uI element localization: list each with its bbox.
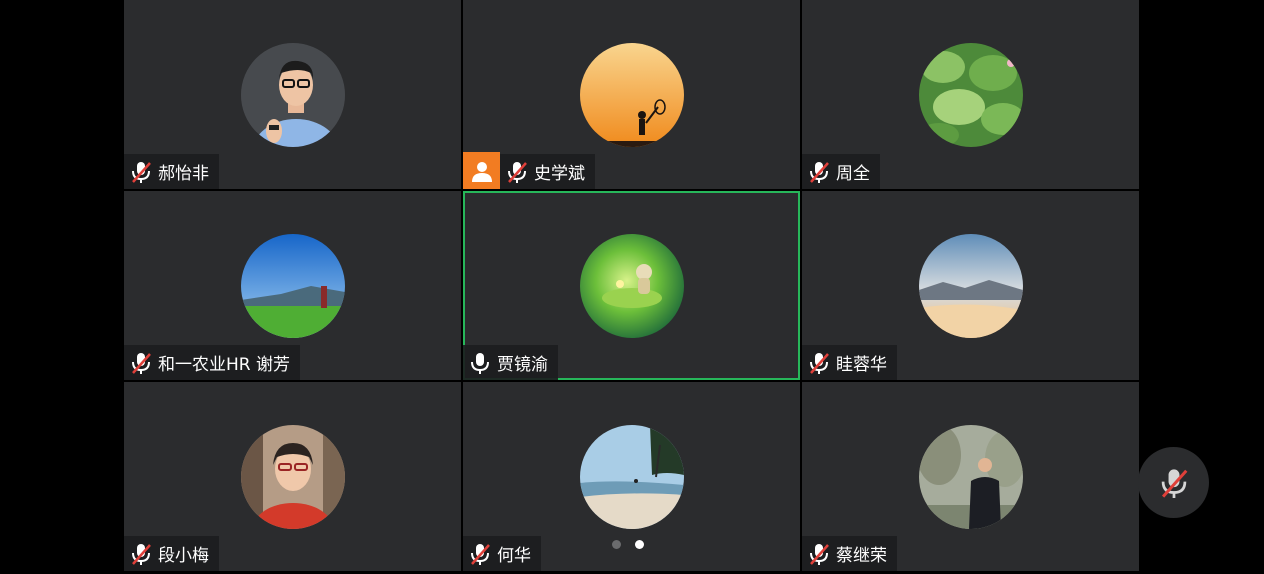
name-bar: 周全 [802,154,880,189]
participant-name: 贾镜渝 [497,355,548,375]
participant-tile[interactable]: 眭蓉华 [802,191,1139,380]
avatar [579,234,684,338]
participant-tile[interactable]: 蔡继荣 [802,382,1139,571]
mic-muted-icon [132,161,151,183]
participant-name: 何华 [497,546,531,566]
participant-name: 蔡继荣 [836,546,887,566]
avatar [918,234,1023,338]
page-dot-current[interactable] [635,540,644,549]
video-grid: 郝怡非 史学斌 周全 和一农业HR 谢芳 贾镜渝 眭蓉华 段小梅 何华 蔡继荣 [124,0,1140,574]
name-bar: 蔡继荣 [802,536,897,571]
participant-name: 郝怡非 [158,164,209,184]
participant-tile[interactable]: 郝怡非 [124,0,461,189]
participant-tile[interactable]: 周全 [802,0,1139,189]
mic-muted-icon [132,543,151,565]
person-icon [471,161,492,182]
avatar [240,234,345,338]
name-bar: 郝怡非 [124,154,219,189]
mic-muted-icon [132,352,151,374]
avatar [918,425,1023,529]
name-bar: 贾镜渝 [463,345,558,380]
participant-tile[interactable]: 史学斌 [463,0,800,189]
avatar [918,43,1023,147]
participant-name: 史学斌 [534,164,585,184]
name-bar: 和一农业HR 谢芳 [124,345,300,380]
name-bar: 眭蓉华 [802,345,897,380]
participant-name: 和一农业HR 谢芳 [158,355,290,375]
mic-muted-icon [810,161,829,183]
participant-name: 眭蓉华 [836,355,887,375]
host-badge [463,152,500,189]
mic-icon [471,352,489,374]
mic-muted-icon [1161,468,1187,498]
name-bar: 史学斌 [500,154,595,189]
avatar [240,425,345,529]
participant-tile-active-speaker[interactable]: 贾镜渝 [463,191,800,380]
participant-tile[interactable]: 和一农业HR 谢芳 [124,191,461,380]
avatar [579,43,684,147]
name-bar: 何华 [463,536,541,571]
page-dot[interactable] [612,540,621,549]
name-bar: 段小梅 [124,536,219,571]
participant-name: 周全 [836,164,870,184]
mic-muted-icon [508,161,527,183]
self-mic-toggle-button[interactable] [1138,447,1209,518]
avatar [579,425,684,529]
page-indicator[interactable] [612,540,644,549]
avatar [240,43,345,147]
mic-muted-icon [810,352,829,374]
mic-muted-icon [810,543,829,565]
mic-muted-icon [471,543,490,565]
participant-tile[interactable]: 段小梅 [124,382,461,571]
participant-name: 段小梅 [158,546,209,566]
